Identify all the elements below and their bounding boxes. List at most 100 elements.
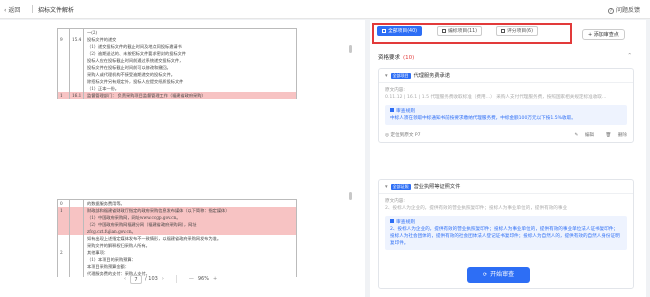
document-cell [70,235,84,242]
document-cell [58,71,70,78]
edit-icon: ✎ [574,133,580,138]
start-review-button[interactable]: ⟳ 开始审查 [467,267,530,283]
document-cell: 的数据服务费用等。 [87,201,125,206]
tab-all-items[interactable]: 全部项目(40) [377,26,423,36]
document-row: （1）中国政府采购网，网址www.ccgp.gov.cn。 [57,214,297,221]
document-cell [58,85,70,92]
trash-icon: 🗑 [605,133,613,138]
zoom-out-button[interactable]: — [189,276,194,282]
zoom-in-button[interactable]: + [213,276,217,282]
document-cell: 投标文件的递交 [87,37,117,42]
document-scrollbar-lower[interactable] [349,192,352,200]
document-row: 1 16.1 监督管理部门： 负责采购项目监督管理工作（福建省政府采购） [57,92,297,99]
document-cell: （2）中国政府采购网福建分网（福建省政府采购网），网址 [87,222,197,227]
document-cell: 2 [58,249,70,256]
collapse-icon[interactable]: ⌃ [627,53,632,59]
review-rule-text: 2、投标人为企业的，提供有效的营业执照复印件；投标人为事业单位的，提供有效的事业… [390,227,620,246]
document-cell: 本项目采购预算金额： [87,264,129,269]
card-title: 营业执照等证照文件 [413,184,461,190]
source-label: 原文内容: [385,88,405,93]
document-cell: 1 [58,92,70,99]
card-header[interactable]: ▾ 全部证照 营业执照等证照文件 [379,180,633,194]
document-cell [58,242,70,249]
document-cell: 一(2) [87,30,98,35]
next-page-button[interactable]: › [162,276,164,282]
tab-bid-items[interactable]: 编标项目(11) [437,26,483,36]
page-number-input[interactable]: 7 [130,274,142,284]
document-page: 一(2) 9 15.4 投标文件的递交 （1）递交投标文件的截止时间及地点同投标邀请书（… [57,28,297,277]
document-cell: 监督管理部门： 负责采购项目监督管理工作（福建省政府采购） [87,93,206,98]
review-rule-box: 审查规则 2、投标人为企业的，提供有效的营业执照复印件；投标人为事业单位的，提供… [385,216,627,250]
delete-button[interactable]: 🗑 删除 [601,133,628,138]
back-label: 返回 [8,7,21,14]
document-cell: 0 [58,200,70,207]
document-row: （1）正本一份。 [57,85,297,92]
document-cell: 如有出现上述指定媒体发布不一致情形，以福建省政府采购网发布为准。 [87,236,222,241]
document-row: （1）本项目的采购预算： [57,256,297,263]
edit-button[interactable]: ✎ 编辑 [570,133,595,138]
document-cell [58,270,70,277]
document-row: 投标文件在投标截止时间前可以修改和撤回。 [57,64,297,71]
document-cell [58,64,70,71]
document-cell [70,249,84,256]
document-row: 除招标文件另有规定外，投标人应提交纸质投标文件 [57,78,297,85]
category-badge: 全部证照 [390,184,411,190]
add-checkpoint-button[interactable]: + 添加审查点 [582,29,625,40]
section-count: (10) [403,55,415,61]
document-cell: 财政部和福建省财政厅指定的政府采购信息发布媒体（以下简称：指定媒体） [87,208,230,213]
caret-down-icon[interactable]: ▾ [385,184,388,190]
document-row: （2）逾期送达的、未按招标文件要求密封的投标文件 [57,50,297,57]
tab-score-items[interactable]: 评分项目(6) [496,26,538,36]
document-cell: 1 [58,207,70,214]
source-text: 0.11.12 | 16.1 | 1.5 代理服务费收取标准（费用…） 采购人支… [385,95,607,100]
locate-source-link[interactable]: ◎ 定位到原文 P7 [385,132,421,138]
document-row: 本项目采购预算金额： [57,263,297,270]
document-cell [58,256,70,263]
start-review-label: 开始审查 [490,271,515,278]
page-break [57,99,297,199]
card-actions: ✎ 编辑 🗑 删除 [565,132,627,138]
document-cell [70,214,84,221]
document-cell [70,221,84,228]
review-rule-box: 审查规则 中标人须在领取中标通知书前按要求缴纳代理服务费，中标金额100万元以下… [385,105,627,125]
feedback-button[interactable]: ? 问题反馈 [607,5,640,14]
document-cell [58,57,70,64]
document-cell [70,57,84,64]
tab-label: 编标项目(11) [448,29,478,34]
feedback-label: 问题反馈 [615,7,640,14]
page-total: / 103 [145,276,158,282]
section-header[interactable]: 资格要求 (10) ⌃ [378,53,638,65]
list-icon [382,28,386,33]
document-cell: 投标人应在投标截止时间前通过系统递交投标文件， [87,58,184,63]
back-button[interactable]: ‹ 返回 [4,5,20,14]
document-cell: 除招标文件另有规定外，投标人应提交纸质投标文件 [87,79,184,84]
caret-down-icon[interactable]: ▾ [385,73,388,79]
prev-page-button[interactable]: ‹ [124,276,126,282]
document-rows-top: 一(2) 9 15.4 投标文件的递交 （1）递交投标文件的截止时间及地点同投标邀请书（… [57,28,297,99]
document-cell [70,256,84,263]
document-cell [58,43,70,50]
document-row: 2 其他事项： [57,249,297,256]
document-cell: 其他事项： [87,250,108,255]
document-row: 0 的数据服务费用等。 [57,199,297,207]
document-cell [58,221,70,228]
source-label: 原文内容: [385,199,405,204]
rule-icon [390,108,394,112]
document-rows-bottom: 0 的数据服务费用等。 1 财政部和福建省财政厅指定的政府采购信息发布媒体（以下简称：… [57,199,297,277]
document-cell [58,29,70,36]
document-scrollbar[interactable] [349,45,352,53]
document-cell [58,263,70,270]
pager-divider [175,275,177,283]
document-cell [58,50,70,57]
zoom-level: 96% [197,276,209,282]
top-bar: ‹ 返回 招标文件解析 ? 问题反馈 [0,0,650,19]
category-badge: 全部项目 [390,73,411,79]
card-header[interactable]: ▾ 全部项目 代理服务费承诺 [379,69,633,83]
document-row: （1）递交投标文件的截止时间及地点同投标邀请书 [57,43,297,50]
document-cell [58,228,70,235]
document-row: （2）中国政府采购网福建分网（福建省政府采购网），网址 [57,221,297,228]
review-rule-title: 审查规则 [390,219,622,226]
document-cell [70,85,84,92]
document-cell [70,228,84,235]
tab-label: 全部项目(40) [388,29,418,34]
